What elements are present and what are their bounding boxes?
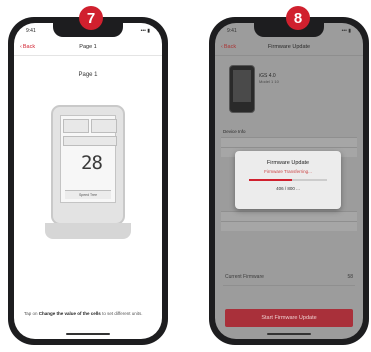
- chevron-left-icon: ‹: [221, 44, 223, 50]
- start-firmware-update-button[interactable]: Start Firmware Update: [225, 309, 353, 327]
- device-thumbnail: [229, 65, 255, 113]
- nav-bar: ‹ Back Firmware Update: [215, 39, 363, 56]
- bike-computer-preview[interactable]: 28 Speed Tree: [51, 105, 125, 225]
- status-icons: ••• ▮: [341, 28, 351, 34]
- dialog-title: Firmware Update: [266, 160, 310, 166]
- info-row: [221, 221, 357, 231]
- footer-bold: Change the value of the cells: [38, 310, 101, 316]
- device-cell-mid[interactable]: [63, 136, 117, 146]
- status-time: 9:41: [227, 28, 237, 34]
- firmware-progress-dialog: Firmware Update Firmware Transferring...…: [235, 151, 341, 209]
- device-thumbnail-screen: [233, 70, 251, 102]
- home-indicator: [267, 333, 311, 335]
- device-mount: [45, 223, 131, 239]
- current-firmware-label: Current Firmware: [225, 274, 264, 280]
- chevron-left-icon: ‹: [20, 44, 22, 50]
- info-row: [221, 211, 357, 221]
- phone-left: 9:41 ••• ▮ ‹ Back Page 1 Page 1 28 Speed…: [8, 17, 168, 345]
- step-badge-8: 8: [286, 6, 310, 30]
- phone-right: 9:41 ••• ▮ ‹ Back Firmware Update iGS 4.…: [209, 17, 369, 345]
- divider: [223, 285, 355, 286]
- footer-hint: Tap on Change the value of the cells to …: [24, 311, 152, 317]
- back-label: Back: [22, 44, 36, 50]
- phone-right-screen: 9:41 ••• ▮ ‹ Back Firmware Update iGS 4.…: [215, 23, 363, 339]
- status-icons: ••• ▮: [140, 28, 150, 34]
- device-footer-label: Speed Tree: [65, 190, 111, 199]
- nav-title: Firmware Update: [267, 44, 311, 50]
- nav-title: Page 1: [79, 44, 97, 50]
- step-badge-7: 7: [79, 6, 103, 30]
- current-firmware-value: 58: [347, 274, 353, 280]
- section-label: Device Info: [223, 129, 246, 134]
- footer-pre: Tap on: [24, 310, 38, 316]
- back-button[interactable]: ‹ Back: [20, 44, 35, 50]
- device-value: 28: [81, 152, 103, 174]
- device-cell-top-left[interactable]: [63, 119, 89, 133]
- device-screen: 28 Speed Tree: [60, 115, 117, 203]
- progress-fill: [249, 179, 292, 181]
- footer-post: to set different units.: [102, 310, 143, 316]
- device-subtitle: Model 1 10: [259, 79, 279, 84]
- info-row: [221, 137, 357, 147]
- dialog-count: 406 / 800 ...: [276, 186, 300, 191]
- home-indicator: [66, 333, 110, 335]
- device-cell-top-right[interactable]: [91, 119, 117, 133]
- nav-bar: ‹ Back Page 1: [14, 39, 162, 56]
- back-button[interactable]: ‹ Back: [221, 44, 236, 50]
- progress-bar: [249, 179, 327, 181]
- back-label: Back: [223, 44, 237, 50]
- dialog-status: Firmware Transferring...: [264, 169, 312, 174]
- page-label: Page 1: [78, 72, 98, 78]
- phone-left-screen: 9:41 ••• ▮ ‹ Back Page 1 Page 1 28 Speed…: [14, 23, 162, 339]
- status-time: 9:41: [26, 28, 36, 34]
